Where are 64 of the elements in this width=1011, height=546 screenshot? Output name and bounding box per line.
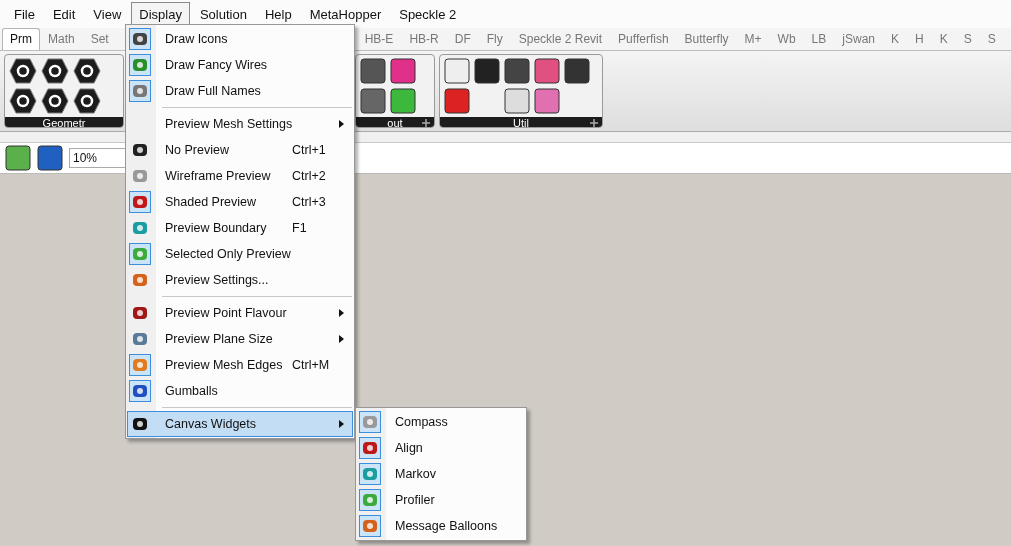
menu-item[interactable]: Markov	[357, 461, 525, 487]
menu-title[interactable]: Solution	[191, 2, 255, 26]
ribbon-tab[interactable]: Set	[82, 28, 117, 50]
panel-label: Util	[440, 117, 602, 127]
ribbon-tab[interactable]: K	[883, 28, 907, 50]
ribbon-tab[interactable]: H	[907, 28, 932, 50]
ribbon-tab[interactable]: M+	[736, 28, 770, 50]
hexagon-icon[interactable]	[41, 58, 69, 84]
menu-title[interactable]: Help	[256, 2, 300, 26]
ribbon-tab[interactable]: HB-R	[401, 28, 447, 50]
menu-item[interactable]: Draw Icons	[127, 26, 353, 52]
submenu-arrow-icon	[339, 309, 344, 317]
ribbon-tab[interactable]: DF	[446, 28, 479, 50]
tile-icon[interactable]	[360, 58, 386, 84]
ribbon-tab[interactable]: jSwan	[834, 28, 883, 50]
tile-icon[interactable]	[390, 88, 416, 114]
hexagon-icon[interactable]	[41, 88, 69, 114]
menu-title[interactable]: File	[6, 2, 43, 26]
menu-item[interactable]: Selected Only Preview	[127, 241, 353, 267]
menu-item[interactable]: Draw Full Names	[127, 78, 353, 104]
ribbon-tab[interactable]: Wb	[769, 28, 804, 50]
panel-label: out	[356, 117, 434, 127]
menu-item[interactable]: Message Balloons	[357, 513, 525, 539]
hexagon-icon[interactable]	[9, 88, 37, 114]
ribbon-tab[interactable]: Math	[40, 28, 83, 50]
ribbon-tab[interactable]: Prm	[2, 28, 40, 50]
menu-item[interactable]: Preview Mesh Settings	[127, 111, 353, 137]
hexagon-icon[interactable]	[73, 58, 101, 84]
ribbon-tab[interactable]: Fly	[478, 28, 511, 50]
submenu-arrow-icon	[339, 335, 344, 343]
menu-item[interactable]: Preview Boundary F1	[127, 215, 353, 241]
ribbon-tab[interactable]: S	[955, 28, 980, 50]
menu-item[interactable]: Preview Plane Size	[127, 326, 353, 352]
menu-title[interactable]: Edit	[44, 2, 84, 26]
ribbon-tab[interactable]: LB	[803, 28, 835, 50]
ribbon-tab[interactable]: Speckle 2 Revit	[510, 28, 611, 50]
menu-title[interactable]: Display	[131, 2, 190, 26]
menu-title[interactable]: MetaHopper	[301, 2, 390, 26]
submenu-arrow-icon	[339, 420, 344, 428]
menu-item[interactable]: Preview Mesh Edges Ctrl+M	[127, 352, 353, 378]
hexagon-icon[interactable]	[73, 88, 101, 114]
menu-item[interactable]: Draw Fancy Wires	[127, 52, 353, 78]
menu-item[interactable]: Align	[357, 435, 525, 461]
ribbon-tab[interactable]: HB-E	[356, 28, 402, 50]
menu-title[interactable]: Speckle 2	[391, 2, 465, 26]
menu-item[interactable]: Canvas Widgets	[127, 411, 353, 437]
menu-item[interactable]: Shaded Preview Ctrl+3	[127, 189, 353, 215]
menu-item[interactable]: Profiler	[357, 487, 525, 513]
menu-item[interactable]: Preview Point Flavour	[127, 300, 353, 326]
panel-label: Geometr	[5, 117, 123, 127]
menu-item[interactable]: Wireframe Preview Ctrl+2	[127, 163, 353, 189]
menu-title[interactable]: View	[85, 2, 130, 26]
menu-item[interactable]: Preview Settings...	[127, 267, 353, 293]
tile-icon[interactable]	[360, 88, 386, 114]
menu-item[interactable]: No Preview Ctrl+1	[127, 137, 353, 163]
hexagon-icon[interactable]	[9, 58, 37, 84]
menu-item[interactable]: Gumballs	[127, 378, 353, 404]
tile-icon[interactable]	[390, 58, 416, 84]
ribbon-tab[interactable]: Butterfly	[676, 28, 737, 50]
menu-item[interactable]: Compass	[357, 409, 525, 435]
submenu-arrow-icon	[339, 120, 344, 128]
ribbon-tab[interactable]: S	[979, 28, 1004, 50]
ribbon-tab[interactable]: K	[931, 28, 956, 50]
ribbon-tab[interactable]: Pufferfish	[610, 28, 677, 50]
